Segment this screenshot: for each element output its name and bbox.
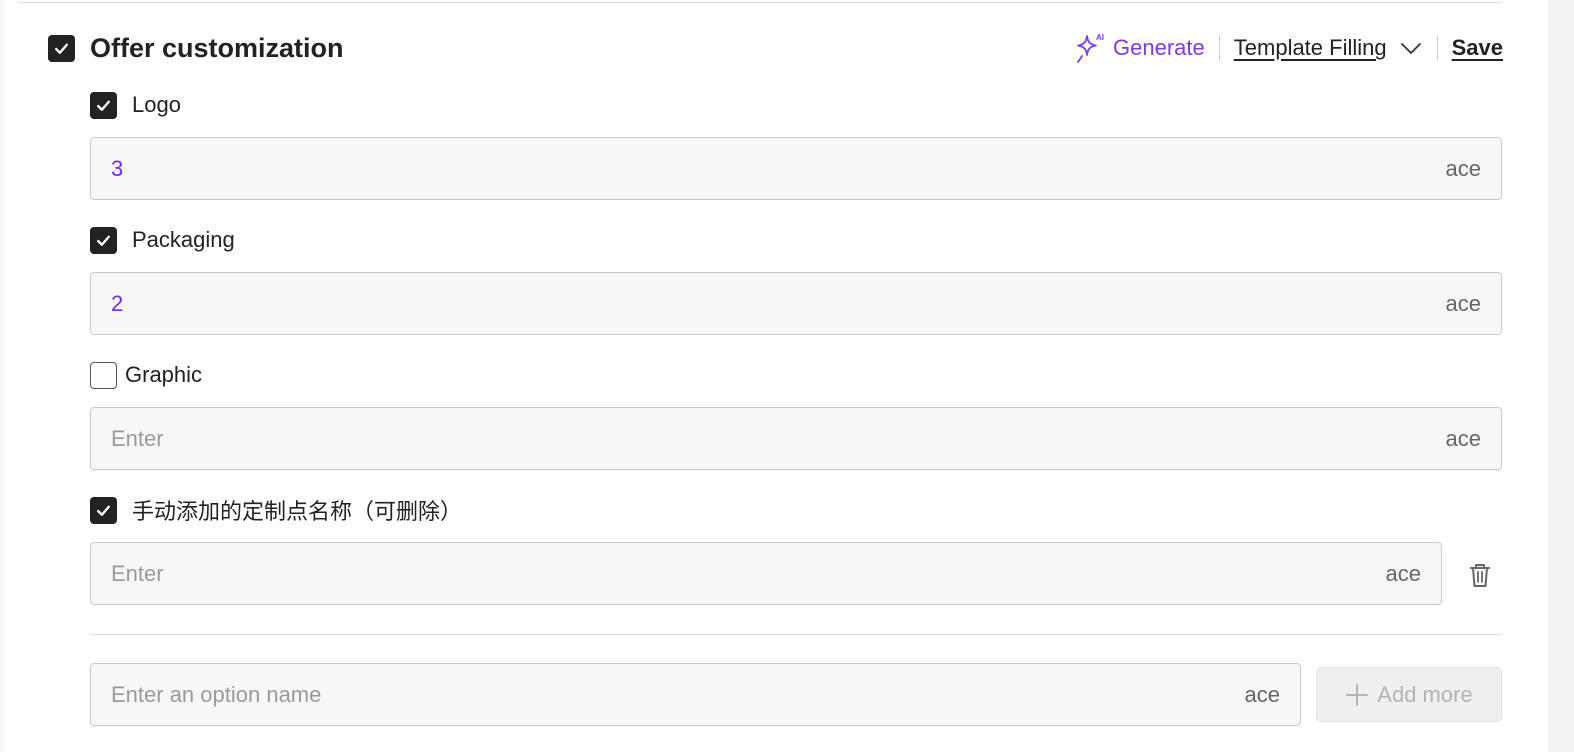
option-checkbox-packaging[interactable] (90, 226, 117, 254)
header-actions: AI Generate Template Filling Save (1073, 31, 1503, 65)
option-row-graphic: Graphic (90, 360, 202, 390)
plus-icon (1346, 683, 1369, 706)
option-row-packaging: Packaging (90, 225, 235, 255)
option-label: Logo (132, 92, 181, 117)
section-checkbox[interactable] (48, 34, 75, 62)
trash-icon[interactable] (1466, 560, 1494, 590)
option-label: Packaging (132, 227, 235, 252)
check-icon (97, 505, 110, 516)
check-icon (97, 235, 110, 246)
section-title: Offer customization (90, 32, 344, 63)
template-filling-label: Template Filling (1233, 35, 1387, 60)
chevron-down-icon (1400, 43, 1421, 54)
option-checkbox-logo[interactable] (90, 91, 117, 119)
add-more-label: Add more (1377, 681, 1473, 707)
action-separator (1436, 35, 1438, 61)
option-row-custom: 手动添加的定制点名称（可删除） (90, 495, 462, 525)
unit-suffix: ace (1445, 155, 1481, 181)
section-divider (90, 634, 1502, 635)
check-icon (55, 43, 68, 54)
option-checkbox-custom[interactable] (90, 496, 117, 524)
unit-suffix: ace (1244, 681, 1280, 707)
input-value: 2 (111, 290, 124, 316)
option-row-logo: Logo (90, 90, 181, 120)
generate-label: Generate (1113, 35, 1205, 60)
sparkle-ai-icon: AI (1077, 33, 1104, 63)
input-placeholder: Enter an option name (111, 681, 322, 707)
ai-badge: AI (1096, 33, 1104, 42)
top-divider (18, 2, 1502, 3)
option-label: Graphic (125, 362, 203, 387)
template-filling-dropdown[interactable]: Template Filling (1234, 35, 1423, 61)
unit-suffix: ace (1445, 425, 1481, 451)
quantity-input-packaging[interactable]: 2 ace (90, 272, 1502, 335)
add-more-button[interactable]: Add more (1316, 667, 1502, 722)
input-value: 3 (111, 155, 124, 181)
left-edge (0, 0, 4, 752)
quantity-input-logo[interactable]: 3 ace (90, 137, 1502, 200)
quantity-input-graphic[interactable]: Enter ace (90, 407, 1502, 470)
option-checkbox-graphic[interactable] (90, 361, 117, 389)
quantity-input-custom[interactable]: Enter ace (90, 542, 1442, 605)
unit-suffix: ace (1385, 560, 1421, 586)
check-icon (97, 100, 110, 111)
generate-button[interactable]: AI Generate (1073, 31, 1205, 65)
unit-suffix: ace (1445, 290, 1481, 316)
input-placeholder: Enter (111, 560, 164, 586)
input-placeholder: Enter (111, 425, 164, 451)
section-header: Offer customization AI Generate Template… (48, 26, 1503, 70)
option-label: 手动添加的定制点名称（可删除） (132, 499, 463, 524)
save-button[interactable]: Save (1452, 35, 1503, 61)
option-name-input[interactable]: Enter an option name ace (90, 663, 1301, 726)
action-separator (1218, 35, 1220, 61)
right-scroll-gutter (1548, 0, 1574, 752)
